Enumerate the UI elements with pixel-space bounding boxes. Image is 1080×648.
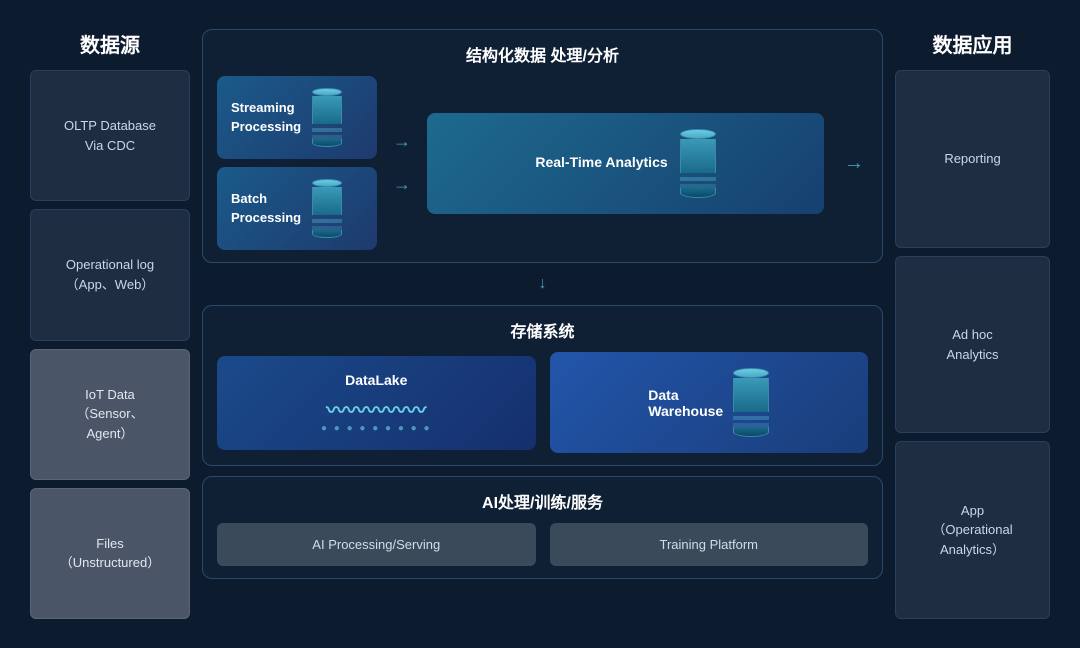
- app-label: App （Operational Analytics）: [932, 501, 1012, 560]
- datalake-box: DataLake 〰〰〰〰〰 ● ● ● ● ● ● ● ● ●: [217, 356, 536, 450]
- training-platform-box: Training Platform: [550, 523, 869, 566]
- reporting-label: Reporting: [944, 149, 1000, 169]
- right-title: 数据应用: [895, 29, 1050, 58]
- main-container: 数据源 OLTP Database Via CDC Operational lo…: [20, 19, 1060, 629]
- processing-title: 结构化数据 处理/分析: [217, 42, 868, 66]
- warehouse-box: Data Warehouse: [550, 352, 869, 453]
- app-operational: App （Operational Analytics）: [895, 441, 1050, 619]
- left-title: 数据源: [30, 29, 190, 58]
- processing-section: 结构化数据 处理/分析 Streaming Processing: [202, 29, 883, 263]
- source-files: Files （Unstructured）: [30, 488, 190, 619]
- right-column: 数据应用 Reporting Ad hoc Analytics App （Ope…: [895, 29, 1050, 619]
- streaming-db-icon: [311, 88, 343, 147]
- processing-inner: Streaming Processing Batch Processing: [217, 76, 868, 250]
- middle-column: 结构化数据 处理/分析 Streaming Processing: [202, 29, 883, 619]
- arrow-to-rt-2: →: [393, 174, 411, 195]
- adhoc-label: Ad hoc Analytics: [946, 325, 998, 364]
- source-oplog-label: Operational log （App、Web）: [66, 255, 155, 294]
- app-adhoc: Ad hoc Analytics: [895, 256, 1050, 434]
- batch-box: Batch Processing: [217, 167, 377, 250]
- ai-processing-label: AI Processing/Serving: [312, 537, 440, 552]
- ai-processing-box: AI Processing/Serving: [217, 523, 536, 566]
- realtime-box: Real-Time Analytics: [427, 113, 824, 214]
- batch-label: Batch Processing: [231, 190, 301, 226]
- ai-section: AI处理/训练/服务 AI Processing/Serving Trainin…: [202, 476, 883, 579]
- ai-inner: AI Processing/Serving Training Platform: [217, 523, 868, 566]
- storage-inner: DataLake 〰〰〰〰〰 ● ● ● ● ● ● ● ● ● Data Wa…: [217, 352, 868, 453]
- datalake-label: DataLake: [321, 372, 432, 388]
- warehouse-label: Data Warehouse: [648, 387, 723, 419]
- app-reporting: Reporting: [895, 70, 1050, 248]
- source-files-label: Files （Unstructured）: [60, 534, 160, 573]
- arrow-to-rt-1: →: [393, 131, 411, 152]
- source-iot: IoT Data （Sensor、 Agent）: [30, 349, 190, 480]
- processing-left: Streaming Processing Batch Processing: [217, 76, 377, 250]
- streaming-label: Streaming Processing: [231, 99, 301, 135]
- training-label: Training Platform: [660, 537, 759, 552]
- batch-db-icon: [311, 179, 343, 238]
- realtime-label: Real-Time Analytics: [535, 153, 667, 173]
- left-column: 数据源 OLTP Database Via CDC Operational lo…: [30, 29, 190, 619]
- source-oltp-label: OLTP Database Via CDC: [64, 116, 156, 155]
- down-arrow-1: ↓: [202, 275, 883, 293]
- storage-title: 存储系统: [217, 318, 868, 342]
- storage-section: 存储系统 DataLake 〰〰〰〰〰 ● ● ● ● ● ● ● ● ● Da…: [202, 305, 883, 466]
- ai-title: AI处理/训练/服务: [217, 489, 868, 513]
- processing-arrows: → →: [389, 131, 415, 195]
- datalake-content: DataLake 〰〰〰〰〰 ● ● ● ● ● ● ● ● ●: [321, 372, 432, 434]
- source-oplog: Operational log （App、Web）: [30, 209, 190, 340]
- datalake-dots: ● ● ● ● ● ● ● ● ●: [321, 423, 432, 434]
- source-oltp: OLTP Database Via CDC: [30, 70, 190, 201]
- source-iot-label: IoT Data （Sensor、 Agent）: [76, 385, 143, 444]
- arrow-to-reporting: →: [844, 152, 864, 175]
- streaming-box: Streaming Processing: [217, 76, 377, 159]
- datalake-wave: 〰〰〰〰〰: [321, 394, 432, 423]
- warehouse-db-icon: [733, 368, 769, 437]
- realtime-db-icon: [680, 129, 716, 198]
